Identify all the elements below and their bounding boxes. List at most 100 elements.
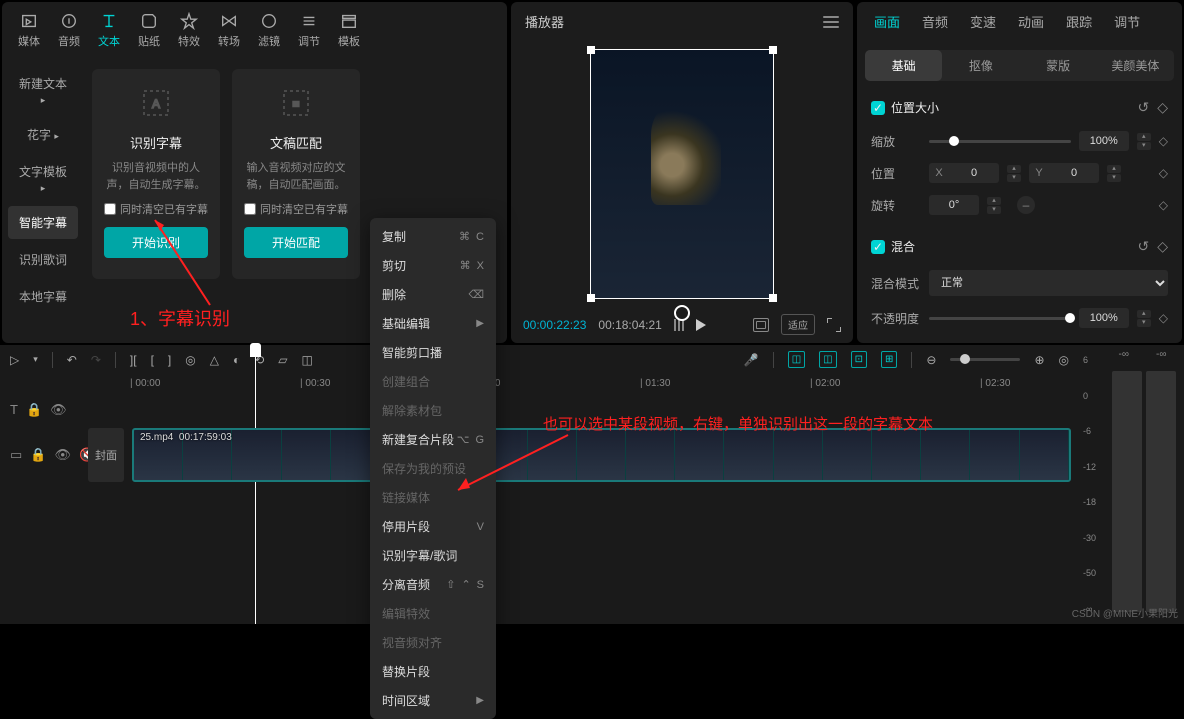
- rotate-handle[interactable]: [674, 305, 690, 321]
- playhead[interactable]: [255, 345, 256, 624]
- side-nav-item[interactable]: 本地字幕: [8, 280, 78, 313]
- blend-mode-select[interactable]: 正常: [929, 270, 1168, 296]
- y-input[interactable]: [1049, 163, 1099, 183]
- zoom-fit-icon[interactable]: ◎: [1059, 353, 1069, 367]
- fullscreen-icon[interactable]: [827, 318, 841, 332]
- scale-down[interactable]: ▾: [1137, 142, 1151, 150]
- snap-btn-1[interactable]: ◫: [788, 351, 805, 368]
- snap-btn-4[interactable]: ⊞: [881, 351, 897, 368]
- opacity-slider[interactable]: [929, 317, 1071, 320]
- top-tab-sticker[interactable]: 贴纸: [130, 8, 168, 53]
- cover-button[interactable]: 封面: [88, 428, 124, 482]
- top-tab-media[interactable]: 媒体: [10, 8, 48, 53]
- clear-icon[interactable]: ◫: [302, 353, 313, 367]
- reset-icon[interactable]: ↺: [1137, 99, 1149, 116]
- resize-handle-br[interactable]: [769, 294, 777, 302]
- ctx-时间区域[interactable]: 时间区域▶: [370, 686, 496, 715]
- trim-left-icon[interactable]: [: [151, 353, 154, 367]
- keyframe-icon[interactable]: ◇: [1157, 99, 1168, 116]
- text-track-icon[interactable]: T: [10, 402, 18, 418]
- resize-handle-tl[interactable]: [587, 46, 595, 54]
- opacity-input[interactable]: [1079, 308, 1129, 328]
- pos-keyframe-icon[interactable]: ◇: [1159, 166, 1168, 180]
- inspector-subtab[interactable]: 基础: [865, 50, 942, 81]
- eye-icon[interactable]: 👁: [54, 447, 71, 463]
- video-clip[interactable]: 25.mp4 00:17:59:03: [132, 428, 1071, 482]
- side-nav-item[interactable]: 识别歌词: [8, 243, 78, 276]
- lock-icon[interactable]: 🔒: [26, 402, 42, 418]
- video-selection-frame[interactable]: [590, 49, 774, 299]
- fit-button[interactable]: 适应: [781, 314, 815, 335]
- snap-btn-2[interactable]: ◫: [819, 351, 836, 368]
- ctx-复制[interactable]: 复制⌘C: [370, 222, 496, 251]
- zoom-in-icon[interactable]: ⊕: [1034, 353, 1044, 367]
- scale-input[interactable]: [1079, 131, 1129, 151]
- position-size-checkbox[interactable]: ✓: [871, 101, 885, 115]
- top-tab-audio[interactable]: 音频: [50, 8, 88, 53]
- player-menu-icon[interactable]: [823, 12, 839, 31]
- scale-up[interactable]: ▴: [1137, 133, 1151, 141]
- ctx-识别字幕/歌词[interactable]: 识别字幕/歌词: [370, 541, 496, 570]
- inspector-subtab[interactable]: 蒙版: [1020, 50, 1097, 81]
- reset-icon[interactable]: ↺: [1137, 238, 1149, 255]
- top-tab-fx[interactable]: 特效: [170, 8, 208, 53]
- split-icon[interactable]: ]​[: [130, 353, 137, 367]
- zoom-out-icon[interactable]: ⊖: [926, 353, 936, 367]
- rotation-input[interactable]: [929, 195, 979, 215]
- inspector-subtab[interactable]: 美颜美体: [1097, 50, 1174, 81]
- video-viewport[interactable]: [511, 41, 853, 306]
- top-tab-adjust[interactable]: 调节: [290, 8, 328, 53]
- side-nav-item[interactable]: 新建文本 ▸: [8, 67, 78, 114]
- inspector-subtab[interactable]: 抠像: [942, 50, 1019, 81]
- safe-zone-icon[interactable]: [753, 318, 769, 332]
- card-action-button[interactable]: 开始匹配: [244, 227, 348, 258]
- record-icon[interactable]: ◎: [185, 353, 195, 367]
- inspector-tab[interactable]: 画面: [863, 2, 911, 41]
- top-tab-transition[interactable]: 转场: [210, 8, 248, 53]
- ctx-替换片段[interactable]: 替换片段: [370, 657, 496, 686]
- snap-btn-3[interactable]: ⊡: [851, 351, 867, 368]
- inspector-tab[interactable]: 跟踪: [1055, 2, 1103, 41]
- top-tab-text[interactable]: 文本: [90, 8, 128, 53]
- crop-icon[interactable]: ▱: [278, 353, 287, 367]
- side-nav-item[interactable]: 文字模板 ▸: [8, 155, 78, 202]
- top-tab-filter[interactable]: 滤镜: [250, 8, 288, 53]
- side-nav-item[interactable]: 花字 ▸: [8, 118, 78, 151]
- resize-handle-bl[interactable]: [587, 294, 595, 302]
- inspector-tab[interactable]: 变速: [959, 2, 1007, 41]
- inspector-tab[interactable]: 调节: [1103, 2, 1151, 41]
- zoom-slider[interactable]: [950, 358, 1020, 361]
- redo-icon[interactable]: ↷: [91, 353, 101, 367]
- top-tab-template[interactable]: 模板: [330, 8, 368, 53]
- timeline-ruler[interactable]: | 00:00| 00:30| 01:00| 01:30| 02:00| 02:…: [130, 374, 1079, 394]
- opacity-keyframe-icon[interactable]: ◇: [1159, 311, 1168, 325]
- card-checkbox[interactable]: 同时清空已有字幕: [244, 201, 348, 217]
- inspector-tab[interactable]: 音频: [911, 2, 959, 41]
- ctx-智能剪口播[interactable]: 智能剪口播: [370, 338, 496, 367]
- keyframe-icon[interactable]: ◇: [1157, 238, 1168, 255]
- x-input[interactable]: [949, 163, 999, 183]
- mirror-icon[interactable]: ◐: [233, 353, 240, 367]
- side-nav-item[interactable]: 智能字幕: [8, 206, 78, 239]
- undo-icon[interactable]: ↶: [67, 353, 77, 367]
- rotation-wheel-icon[interactable]: –: [1017, 196, 1035, 214]
- scale-slider[interactable]: [929, 140, 1071, 143]
- rot-keyframe-icon[interactable]: ◇: [1159, 198, 1168, 212]
- screen-icon[interactable]: ▭: [10, 447, 22, 463]
- trim-right-icon[interactable]: ]: [168, 353, 171, 367]
- lock-icon[interactable]: 🔒: [30, 447, 46, 463]
- blend-checkbox[interactable]: ✓: [871, 240, 885, 254]
- ctx-分离音频[interactable]: 分离音频⇧⌃S: [370, 570, 496, 599]
- mic-icon[interactable]: 🎤: [744, 353, 759, 367]
- ctx-停用片段[interactable]: 停用片段V: [370, 512, 496, 541]
- resize-handle-tr[interactable]: [769, 46, 777, 54]
- ctx-删除[interactable]: 删除⌫: [370, 280, 496, 309]
- cursor-tool-icon[interactable]: ▷: [10, 353, 19, 367]
- ctx-剪切[interactable]: 剪切⌘X: [370, 251, 496, 280]
- scale-keyframe-icon[interactable]: ◇: [1159, 134, 1168, 148]
- ctx-基础编辑[interactable]: 基础编辑▶: [370, 309, 496, 338]
- eye-icon[interactable]: 👁: [50, 402, 67, 418]
- play-button[interactable]: [696, 319, 706, 331]
- reverse-icon[interactable]: △: [210, 353, 219, 367]
- inspector-tab[interactable]: 动画: [1007, 2, 1055, 41]
